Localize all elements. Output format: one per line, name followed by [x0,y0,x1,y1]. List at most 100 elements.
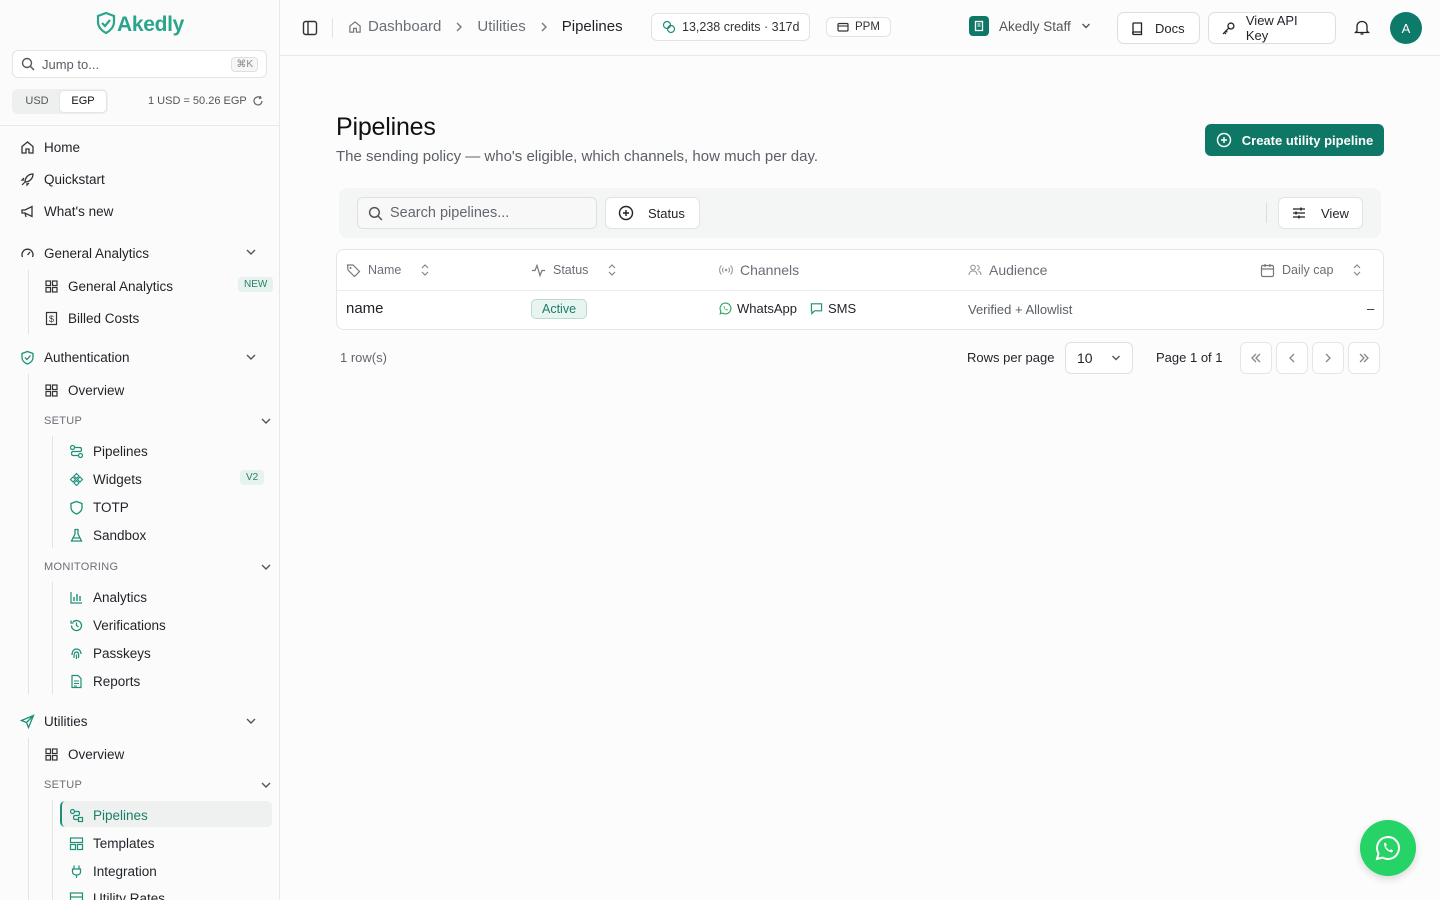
chevron-right-icon [541,22,547,31]
sidebar-item-label: Sandbox [93,527,147,543]
sidebar-item-quickstart[interactable]: Quickstart [20,167,105,191]
previous-page-button[interactable] [1276,342,1308,374]
chevron-down-icon[interactable] [245,353,257,361]
cell-daily-cap: – [1367,301,1375,316]
sidebar-group-utilities[interactable]: Utilities [20,709,88,733]
sidebar-item-whats-new[interactable]: What's new [20,199,113,223]
sidebar-item-integration[interactable]: Integration [69,859,157,883]
sort-icon[interactable] [607,263,617,277]
breadcrumb: Dashboard Utilities Pipelines [348,18,623,35]
org-logo-icon [969,16,989,36]
sidebar-item-analytics[interactable]: Analytics [69,585,147,609]
sidebar-item-utility-pipelines[interactable]: Pipelines [69,803,148,827]
pipeline-icon [69,444,84,458]
sidebar-item-label: Passkeys [93,645,151,661]
refresh-icon[interactable] [252,95,264,107]
chevron-down-icon[interactable] [260,563,272,571]
sort-icon[interactable] [420,263,430,277]
column-header-status[interactable]: Status [531,262,617,278]
layout-grid-icon [45,279,58,293]
user-avatar[interactable]: A [1390,12,1422,44]
tree-line [52,582,53,694]
table-icon [69,891,84,900]
column-header-name[interactable]: Name [346,262,430,278]
sidebar-group-authentication[interactable]: Authentication [20,345,130,369]
search-icon [21,57,35,71]
sidebar-item-label: Overview [68,746,125,762]
tree-line [52,800,53,900]
docs-button[interactable]: Docs [1117,12,1200,44]
sidebar-item-totp[interactable]: TOTP [69,495,129,519]
pipeline-search-input[interactable]: Search pipelines... [357,197,597,229]
rows-per-page-select[interactable]: 10 [1065,342,1133,374]
api-key-label: View API Key [1245,13,1298,43]
create-utility-pipeline-button[interactable]: Create utility pipeline [1205,124,1384,156]
cell-name[interactable]: name [346,300,384,317]
view-api-key-button[interactable]: View API Key [1208,12,1336,44]
new-badge: NEW [238,277,274,292]
sidebar-item-auth-overview[interactable]: Overview [44,378,124,402]
sidebar-item-reports[interactable]: Reports [69,669,140,693]
wallet-icon [837,22,849,32]
rows-per-page-value: 10 [1077,350,1093,366]
sidebar-group-general-analytics[interactable]: General Analytics [20,241,149,265]
sort-icon[interactable] [1352,263,1362,277]
sidebar-item-general-analytics[interactable]: General Analytics [44,274,173,298]
breadcrumb-dashboard[interactable]: Dashboard [368,18,441,35]
last-page-button[interactable] [1348,342,1380,374]
chevron-down-icon[interactable] [245,248,257,256]
sidebar-item-utilities-overview[interactable]: Overview [44,742,124,766]
chevrons-right-icon [1359,353,1369,363]
column-label: Daily cap [1282,263,1334,277]
exchange-rate-text: 1 USD = 50.26 EGP [148,95,247,107]
bell-icon[interactable] [1354,19,1370,36]
channel-sms: SMS [827,301,857,316]
column-label: Audience [989,262,1048,278]
tag-icon [346,263,361,277]
sidebar-item-billed-costs[interactable]: $ Billed Costs [44,306,139,330]
status-filter-button[interactable]: Status [605,197,700,229]
first-page-button[interactable] [1240,342,1272,374]
org-switcher[interactable]: Akedly Staff [969,16,1091,36]
view-options-button[interactable]: View [1278,197,1363,229]
tree-line [28,270,29,334]
chevron-left-icon [1289,353,1295,363]
sidebar-item-label: Pipelines [93,443,148,459]
jump-to-search[interactable]: Jump to... ⌘K [12,50,267,78]
whatsapp-chat-button[interactable] [1360,820,1416,876]
section-label-setup: SETUP [44,779,83,791]
sidebar-item-widgets[interactable]: Widgets [69,467,142,491]
next-page-button[interactable] [1312,342,1344,374]
credits-pill[interactable]: 13,238 credits · 317d [651,13,811,41]
currency-usd[interactable]: USD [14,91,60,112]
sidebar-item-passkeys[interactable]: Passkeys [69,641,151,665]
chevron-down-icon[interactable] [260,417,272,425]
plan-text: PPM [855,21,880,33]
column-label: Name [368,263,402,277]
chevron-down-icon[interactable] [245,717,257,725]
breadcrumb-utilities[interactable]: Utilities [477,18,525,35]
sidebar: Akedly Jump to... ⌘K USD EGP 1 USD = 50.… [0,0,280,900]
channel-whatsapp: WhatsApp [737,301,797,316]
pipelines-table: Name Status Channels Audience Daily cap … [336,249,1384,330]
sidebar-item-home[interactable]: Home [20,135,80,159]
sidebar-item-sandbox[interactable]: Sandbox [69,523,146,547]
cell-status: Active [531,299,588,319]
sidebar-item-templates[interactable]: Templates [69,831,155,855]
currency-toggle[interactable]: USD EGP [12,89,108,114]
brand-logo[interactable]: Akedly [0,11,279,37]
sidebar-toggle-icon[interactable] [302,20,318,36]
sidebar-item-verifications[interactable]: Verifications [69,613,166,637]
route-icon [69,808,84,822]
sidebar-item-utility-rates[interactable]: Utility Rates [69,886,165,900]
v2-badge: V2 [240,470,265,485]
chevron-down-icon[interactable] [260,781,272,789]
currency-egp[interactable]: EGP [60,91,106,112]
sidebar-group-label: Utilities [44,713,88,729]
sidebar-item-auth-pipelines[interactable]: Pipelines [69,439,148,463]
sidebar-group-label: Authentication [44,349,130,365]
tree-line [52,436,53,548]
megaphone-icon [21,204,33,218]
column-header-daily-cap[interactable]: Daily cap [1260,262,1362,278]
sidebar-item-label: General Analytics [68,278,174,294]
